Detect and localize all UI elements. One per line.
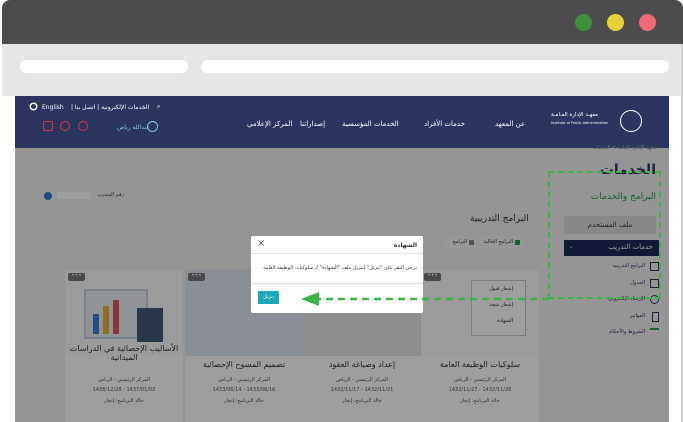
close-icon[interactable]: × <box>257 238 265 249</box>
search-icon[interactable]: ⌕ <box>157 103 160 111</box>
browser-frame: English الخدمات الإلكترونية | اتصل بنا |… <box>0 0 683 422</box>
divider <box>251 253 423 254</box>
divider <box>251 283 423 284</box>
user-name[interactable]: عبدالله رياض <box>117 124 150 131</box>
tab-pill[interactable] <box>20 60 188 73</box>
logo-text-en: Institute of Public Administration <box>551 121 609 125</box>
nav-media[interactable]: المركز الإعلامي <box>247 120 292 128</box>
logo-emblem[interactable] <box>620 110 642 132</box>
nav-institutions[interactable]: الخدمات المؤسسية <box>342 120 399 128</box>
notification-icon[interactable] <box>60 121 70 131</box>
url-field[interactable] <box>201 60 669 73</box>
top-links[interactable]: الخدمات الإلكترونية | اتصل بنا | <box>71 104 149 111</box>
close-dot[interactable] <box>639 14 656 31</box>
message-icon[interactable] <box>78 121 88 131</box>
modal-title: الشهادة <box>393 242 417 249</box>
address-bar <box>2 44 683 96</box>
website: English الخدمات الإلكترونية | اتصل بنا |… <box>15 96 669 422</box>
highlight-box <box>548 171 661 299</box>
globe-icon[interactable] <box>29 102 38 111</box>
site-header: English الخدمات الإلكترونية | اتصل بنا |… <box>15 96 669 148</box>
arrow-icon <box>301 292 549 306</box>
minimize-dot[interactable] <box>575 14 592 31</box>
modal-message: يرجى النقر على "تنزيل" لتنزيل ملف "الشها… <box>263 265 417 271</box>
nav-individuals[interactable]: خدمات الأفراد <box>424 120 465 128</box>
maximize-dot[interactable] <box>607 14 624 31</box>
download-button[interactable]: تنزيل <box>258 291 279 304</box>
nav-about[interactable]: عن المعهد <box>495 120 525 128</box>
nav-publications[interactable]: إصداراتنا <box>300 120 325 128</box>
title-bar <box>2 0 683 44</box>
profile-icon[interactable] <box>43 121 53 131</box>
browser-chrome <box>2 0 683 96</box>
language-link[interactable]: English <box>42 104 64 111</box>
logo-text-ar: معهـد الإدارة العـامـة <box>551 112 598 118</box>
avatar[interactable] <box>147 121 158 132</box>
